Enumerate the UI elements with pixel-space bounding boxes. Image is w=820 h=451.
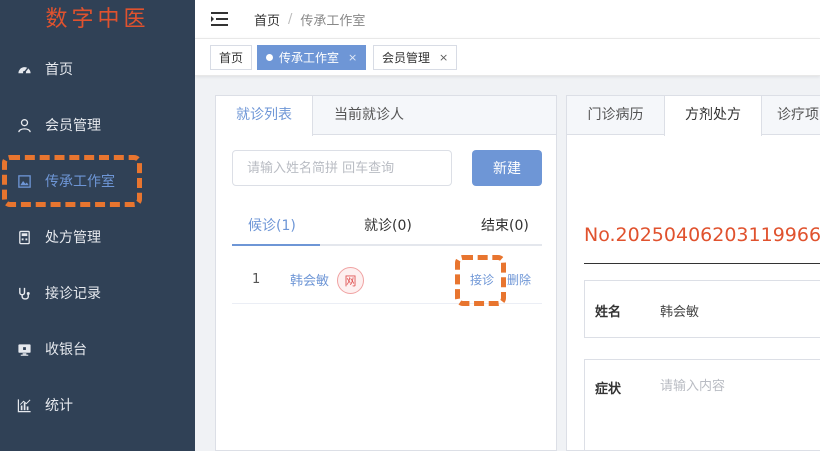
- breadcrumb-home[interactable]: 首页: [254, 10, 280, 29]
- close-icon[interactable]: ×: [439, 51, 448, 64]
- tag-label: 首页: [219, 51, 244, 65]
- sidebar-item-label: 传承工作室: [45, 174, 115, 190]
- calculator-icon: [14, 230, 34, 245]
- status-tabs: 候诊(1) 就诊(0) 结束(0): [232, 208, 542, 246]
- divider: [584, 263, 820, 264]
- tag-home[interactable]: 首页: [210, 45, 253, 70]
- tab-finished[interactable]: 结束(0): [481, 208, 529, 244]
- tab-visit-list[interactable]: 就诊列表: [216, 96, 313, 136]
- tab-waiting[interactable]: 候诊(1): [248, 208, 296, 244]
- sidebar-item-label: 接诊记录: [45, 286, 101, 302]
- tag-studio[interactable]: 传承工作室 ×: [257, 45, 367, 70]
- delete-button[interactable]: 删除: [507, 271, 531, 288]
- sidebar-item-label: 收银台: [45, 342, 87, 358]
- chart-icon: [14, 398, 34, 413]
- record-tabs: 门诊病历 方剂处方 诊疗项: [567, 96, 820, 136]
- tag-members[interactable]: 会员管理 ×: [373, 45, 458, 70]
- tab-medical-record[interactable]: 门诊病历: [567, 96, 664, 135]
- sidebar-item-records[interactable]: 接诊记录: [0, 265, 195, 321]
- dashboard-icon: [14, 62, 34, 77]
- name-label: 姓名: [595, 305, 622, 320]
- tag-label: 会员管理: [382, 51, 431, 65]
- close-icon[interactable]: ×: [348, 51, 357, 64]
- sidebar-item-studio[interactable]: 传承工作室: [0, 153, 195, 209]
- visit-list-panel: 就诊列表 当前就诊人 新建 候诊(1) 就诊(0) 结束(0) 1 韩会敏 网 …: [215, 95, 557, 451]
- search-input[interactable]: [232, 150, 452, 186]
- sidebar: 数字中医 首页 会员管理 传承工作室 处方管理 接诊记录 收银台 统计: [0, 0, 195, 451]
- user-icon: [14, 118, 34, 133]
- tab-current-patient[interactable]: 当前就诊人: [313, 96, 425, 135]
- row-index: 1: [252, 272, 261, 287]
- tag-label: 传承工作室: [279, 51, 340, 65]
- picture-icon: [14, 174, 34, 189]
- symptom-label: 症状: [595, 382, 622, 397]
- sidebar-item-cashier[interactable]: 收银台: [0, 321, 195, 377]
- prescription-panel: 门诊病历 方剂处方 诊疗项 No.20250406203119966З 姓名 韩…: [566, 95, 820, 451]
- breadcrumb-current: 传承工作室: [300, 13, 366, 29]
- tab-in-visit[interactable]: 就诊(0): [364, 208, 412, 244]
- active-dot-icon: [266, 54, 273, 61]
- name-field: 姓名 韩会敏: [584, 280, 820, 338]
- app-logo: 数字中医: [45, 7, 150, 32]
- breadcrumb-separator: /: [288, 11, 293, 27]
- sidebar-item-prescriptions[interactable]: 处方管理: [0, 209, 195, 265]
- sidebar-item-home[interactable]: 首页: [0, 41, 195, 97]
- prescription-number: No.20250406203119966З: [584, 224, 820, 246]
- monitor-icon: [14, 342, 34, 357]
- sidebar-item-members[interactable]: 会员管理: [0, 97, 195, 153]
- stethoscope-icon: [14, 286, 34, 301]
- list-item: 1 韩会敏 网 接诊 删除: [232, 256, 542, 304]
- tab-treatment[interactable]: 诊疗项: [763, 96, 820, 135]
- new-button[interactable]: 新建: [472, 150, 542, 186]
- active-tab-indicator: [232, 244, 320, 246]
- sidebar-item-label: 首页: [45, 62, 73, 78]
- sidebar-item-label: 处方管理: [45, 230, 101, 246]
- online-badge: 网: [337, 267, 364, 294]
- sidebar-item-label: 会员管理: [45, 118, 101, 134]
- sidebar-item-statistics[interactable]: 统计: [0, 377, 195, 433]
- symptom-input[interactable]: 请输入内容: [660, 375, 725, 394]
- symptom-field[interactable]: 症状 请输入内容: [584, 359, 820, 451]
- top-header: 首页 / 传承工作室: [195, 0, 820, 38]
- sidebar-item-label: 统计: [45, 398, 73, 414]
- patient-name[interactable]: 韩会敏: [290, 270, 329, 289]
- tags-bar: 首页 传承工作室 × 会员管理 ×: [195, 38, 820, 76]
- accept-button[interactable]: 接诊: [470, 271, 494, 288]
- tab-prescription[interactable]: 方剂处方: [664, 96, 762, 136]
- panel-tabs: 就诊列表 当前就诊人: [216, 96, 556, 136]
- name-value: 韩会敏: [660, 305, 700, 320]
- hamburger-icon[interactable]: [211, 12, 228, 26]
